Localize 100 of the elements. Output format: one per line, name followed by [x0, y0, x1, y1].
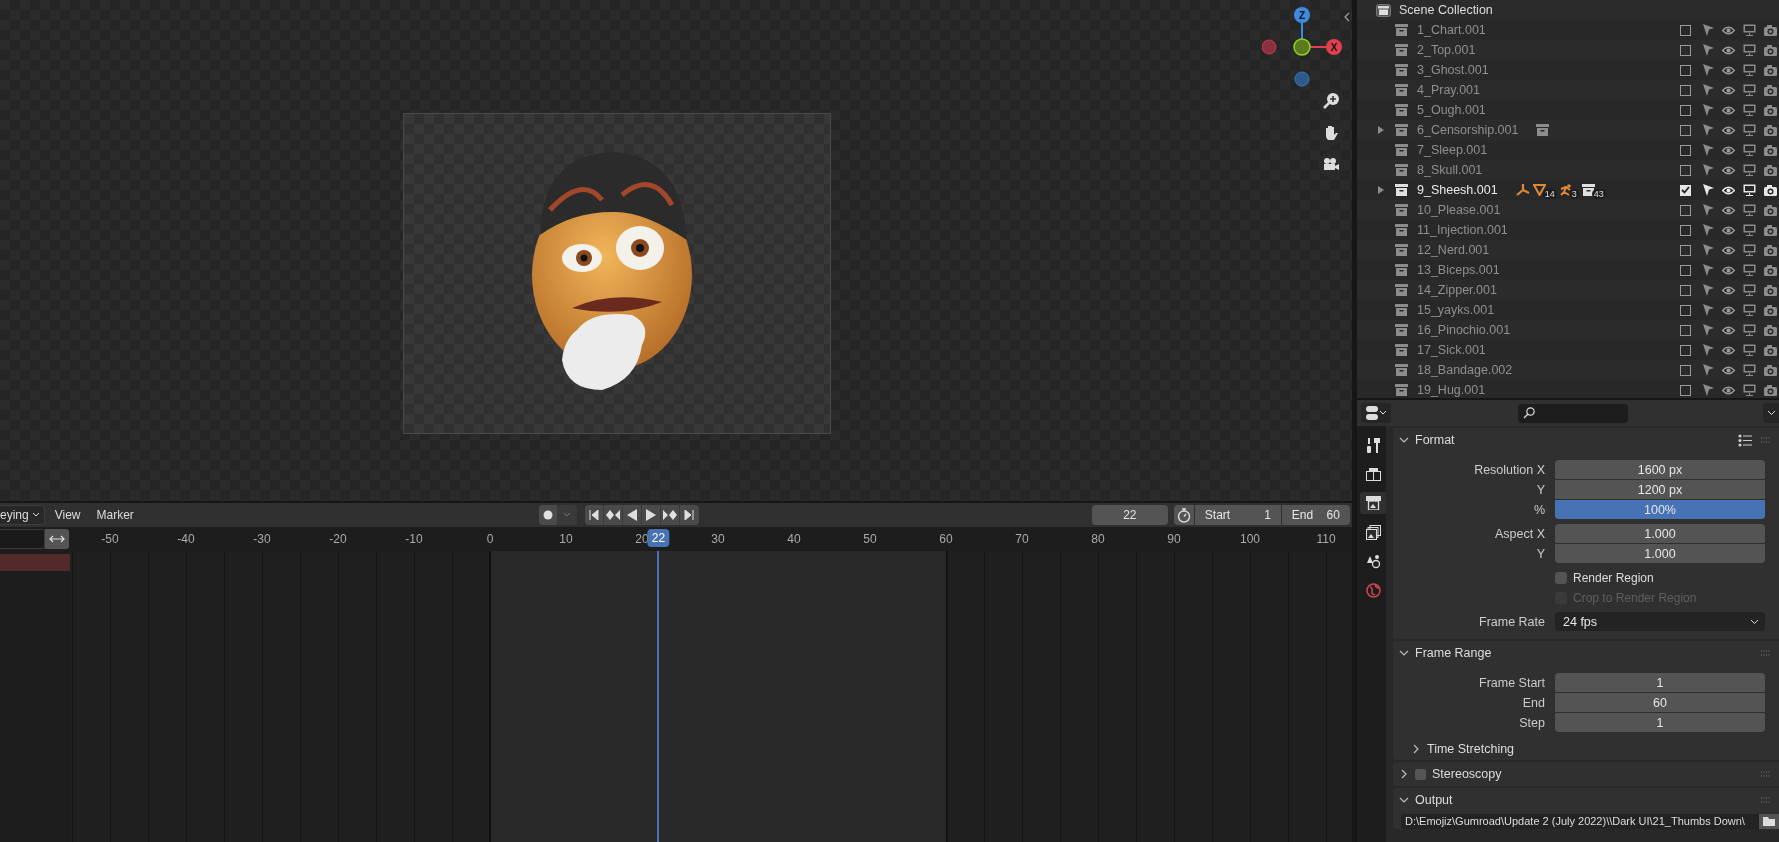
eye-icon[interactable]: [1722, 385, 1735, 395]
eye-icon[interactable]: [1722, 325, 1735, 335]
camera-view-button[interactable]: [1318, 152, 1344, 178]
collection-name[interactable]: 12_Nerd.001: [1417, 243, 1490, 257]
eye-icon[interactable]: [1722, 225, 1735, 235]
search-field[interactable]: [1518, 403, 1628, 423]
start-frame-field[interactable]: Start 1: [1194, 505, 1281, 525]
eye-icon[interactable]: [1722, 65, 1735, 75]
number-field[interactable]: 1.000: [1555, 544, 1765, 563]
mesh-triangle-icon[interactable]: [1532, 184, 1546, 196]
number-field[interactable]: 1200 px: [1555, 480, 1765, 499]
frame-rate-dropdown[interactable]: 24 fps: [1555, 612, 1765, 631]
exclude-checkbox[interactable]: [1680, 104, 1691, 116]
checkbox-option[interactable]: Render Region: [1555, 570, 1765, 585]
exclude-checkbox[interactable]: [1680, 84, 1691, 96]
drag-handle-icon[interactable]: [1761, 650, 1771, 656]
eye-icon[interactable]: [1722, 145, 1735, 155]
collection-name[interactable]: 14_Zipper.001: [1417, 283, 1497, 297]
menu-item[interactable]: Marker: [90, 508, 140, 522]
eye-icon[interactable]: [1722, 285, 1735, 295]
collection-name[interactable]: 6_Censorship.001: [1417, 123, 1519, 137]
expand-arrow-icon[interactable]: [1378, 126, 1384, 134]
panel-header[interactable]: Stereoscopy: [1399, 767, 1502, 781]
exclude-checkbox[interactable]: [1680, 64, 1691, 76]
exclude-checkbox[interactable]: [1680, 164, 1691, 176]
monitor-icon[interactable]: [1743, 184, 1756, 196]
current-frame-field[interactable]: 22: [1091, 505, 1168, 525]
playhead-frame-label[interactable]: 22: [647, 529, 670, 547]
panel-header[interactable]: Frame Range: [1399, 646, 1492, 660]
running-figure-icon[interactable]: [1559, 184, 1573, 196]
exclude-checkbox[interactable]: [1680, 384, 1691, 396]
number-field[interactable]: 1: [1555, 673, 1765, 692]
percentage-slider[interactable]: 100%: [1555, 500, 1765, 519]
eye-icon[interactable]: [1722, 125, 1735, 135]
options-dropdown-button[interactable]: [1763, 403, 1779, 423]
editor-type-button[interactable]: [1361, 403, 1391, 423]
exclude-checkbox[interactable]: [1680, 324, 1691, 336]
collection-name[interactable]: 16_Pinochio.001: [1417, 323, 1511, 337]
eye-icon[interactable]: [1722, 105, 1735, 115]
eye-icon[interactable]: [1722, 45, 1735, 55]
swap-arrows-button[interactable]: [45, 529, 69, 549]
panel-header[interactable]: Format: [1399, 433, 1455, 447]
eye-icon[interactable]: [1722, 245, 1735, 255]
exclude-checkbox[interactable]: [1680, 264, 1691, 276]
collection-name[interactable]: 11_Injection.001: [1417, 223, 1508, 237]
collection-name[interactable]: 13_Biceps.001: [1417, 263, 1500, 277]
exclude-checkbox[interactable]: [1680, 144, 1691, 156]
jump-to-start-button[interactable]: [584, 505, 604, 525]
exclude-checkbox[interactable]: [1680, 304, 1691, 316]
collection-name[interactable]: 17_Sick.001: [1417, 343, 1486, 357]
eye-icon[interactable]: [1722, 25, 1735, 35]
folder-button[interactable]: [1759, 814, 1779, 829]
eye-icon[interactable]: [1722, 305, 1735, 315]
collection-name[interactable]: 3_Ghost.001: [1417, 63, 1489, 77]
scene-collection-label[interactable]: Scene Collection: [1399, 3, 1493, 17]
eye-icon[interactable]: [1722, 365, 1735, 375]
navigation-gizmo[interactable]: Z X: [1262, 1, 1348, 89]
properties-tab[interactable]: [1360, 492, 1386, 514]
collection-name[interactable]: 1_Chart.001: [1417, 23, 1486, 37]
collection-name[interactable]: 19_Hug.001: [1417, 383, 1486, 397]
eye-icon[interactable]: [1722, 165, 1735, 175]
collection-name[interactable]: 18_Bandage.002: [1417, 363, 1513, 377]
collection-name[interactable]: 8_Skull.001: [1417, 163, 1483, 177]
drag-handle-icon[interactable]: [1761, 437, 1771, 443]
end-frame-field[interactable]: End 60: [1281, 505, 1350, 525]
exclude-checkbox[interactable]: [1680, 124, 1691, 136]
exclude-checkbox[interactable]: [1680, 24, 1691, 36]
keying-dropdown[interactable]: eying: [0, 505, 45, 525]
eye-icon[interactable]: [1722, 265, 1735, 275]
record-button[interactable]: [538, 505, 558, 525]
drag-handle-icon[interactable]: [1761, 797, 1771, 803]
output-path-field[interactable]: D:\Emojiz\Gumroad\Update 2 (July 2022)\\Dark UI\21_Thumbs Down\: [1401, 814, 1759, 829]
collection-name[interactable]: 5_Ough.001: [1417, 103, 1486, 117]
stopwatch-button[interactable]: [1173, 505, 1194, 525]
number-field[interactable]: 1600 px: [1555, 460, 1765, 479]
collection-name[interactable]: 4_Pray.001: [1417, 83, 1480, 97]
select-cursor-icon[interactable]: [1703, 184, 1714, 196]
collection-name[interactable]: 10_Please.001: [1417, 203, 1501, 217]
exclude-checkbox[interactable]: [1680, 224, 1691, 236]
exclude-checkbox[interactable]: [1680, 244, 1691, 256]
exclude-checkbox[interactable]: [1680, 284, 1691, 296]
subpanel-header[interactable]: Time Stretching: [1393, 740, 1515, 760]
armature-icon[interactable]: [1515, 184, 1530, 196]
number-field[interactable]: 1.000: [1555, 524, 1765, 543]
exclude-checkbox[interactable]: [1680, 344, 1691, 356]
collection-name[interactable]: 7_Sleep.001: [1417, 143, 1488, 157]
number-field[interactable]: 60: [1555, 693, 1765, 712]
number-field[interactable]: 1: [1555, 713, 1765, 732]
eye-icon[interactable]: [1722, 345, 1735, 355]
expand-arrow-icon[interactable]: [1378, 186, 1384, 194]
presets-list-icon[interactable]: [1738, 433, 1752, 447]
drag-handle-icon[interactable]: [1761, 771, 1771, 777]
collection-name[interactable]: 2_Top.001: [1417, 43, 1476, 57]
collection-name[interactable]: 9_Sheesh.001: [1417, 183, 1498, 197]
exclude-checkbox[interactable]: [1680, 364, 1691, 376]
panel-checkbox[interactable]: [1415, 768, 1426, 780]
camera-icon[interactable]: [1764, 184, 1777, 196]
eye-icon[interactable]: [1722, 205, 1735, 215]
collection-name[interactable]: 15_yayks.001: [1417, 303, 1495, 317]
exclude-checkbox[interactable]: [1680, 204, 1691, 216]
